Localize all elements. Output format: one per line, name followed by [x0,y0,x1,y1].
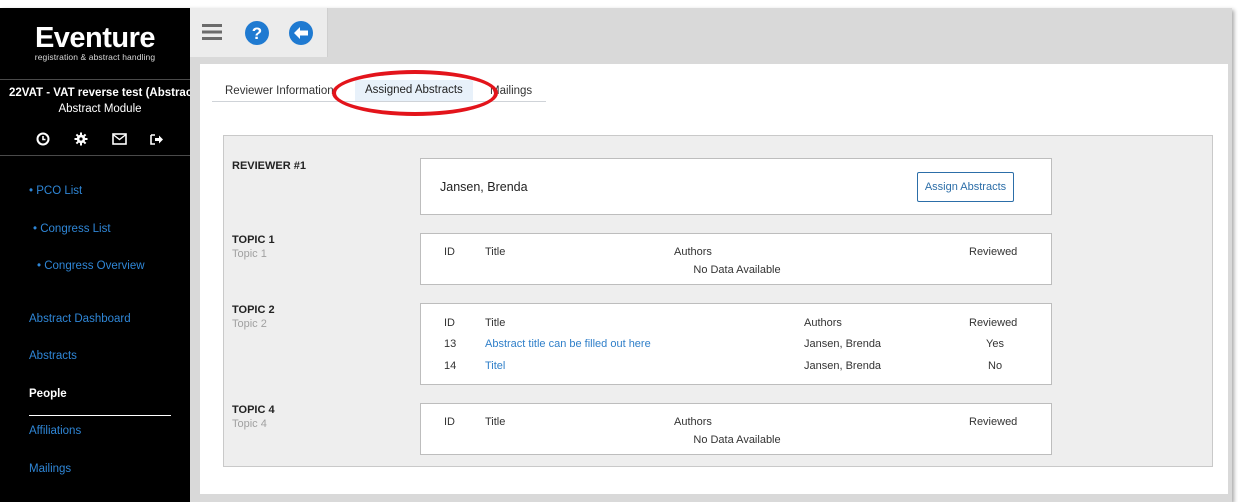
sidebar-item-abstracts[interactable]: Abstracts [29,350,77,362]
topic-heading: TOPIC 2 [232,304,275,316]
sidebar-item-mailings[interactable]: Mailings [29,463,71,475]
module-name: Abstract Module [58,103,142,115]
abstract-title-link[interactable]: Titel [485,360,505,372]
active-item-underline [29,415,171,416]
sidebar-item-people[interactable]: People [29,388,67,400]
divider [0,79,190,80]
column-header-reviewed: Reviewed [969,416,1018,428]
sidebar-item-affiliations[interactable]: Affiliations [29,425,81,437]
sidebar-item-congress-list[interactable]: • Congress List [33,223,111,235]
column-header-authors: Authors [674,246,712,258]
toolbar: ? [190,8,328,57]
svg-text:?: ? [252,24,262,43]
topic-heading: TOPIC 1 [232,234,275,246]
reviewer-box: Jansen, Brenda Assign Abstracts [420,158,1052,215]
no-data-message: No Data Available [693,264,781,276]
logout-icon[interactable] [148,130,166,148]
column-header-authors: Authors [674,416,712,428]
help-icon[interactable]: ? [244,20,270,46]
sidebar-item-abstract-dashboard[interactable]: Abstract Dashboard [29,313,131,325]
hamburger-menu-icon[interactable] [200,20,226,46]
abstract-authors: Jansen, Brenda [804,360,882,372]
sidebar-item-congress-overview[interactable]: • Congress Overview [37,260,145,272]
column-header-id: ID [444,416,455,428]
clock-icon[interactable] [34,130,52,148]
topic-subheading: Topic 1 [232,248,267,260]
column-header-authors: Authors [804,317,842,329]
reviewer-name: Jansen, Brenda [440,180,528,194]
tab-reviewer-information[interactable]: Reviewer Information [225,80,334,101]
topic-heading: TOPIC 4 [232,404,275,416]
assign-abstracts-button[interactable]: Assign Abstracts [917,172,1014,202]
abstract-title-link[interactable]: Abstract title can be filled out here [485,338,651,350]
abstract-authors: Jansen, Brenda [804,338,882,350]
topic-subheading: Topic 4 [232,418,267,430]
divider [0,155,190,156]
logo-tagline: registration & abstract handling [34,52,156,62]
logo: Eventure registration & abstract handlin… [0,22,190,63]
abstract-id: 13 [444,338,457,350]
congress-name: 22VAT - VAT reverse test (Abstract... [9,87,190,99]
back-arrow-icon[interactable] [288,20,314,46]
envelope-icon[interactable] [110,130,128,148]
topic-2-table: ID Title Authors Reviewed 13 Abstract ti… [420,303,1052,385]
reviewer-heading: REVIEWER #1 [232,160,306,172]
column-header-title: Title [485,317,506,329]
topic-1-table: ID Title Authors Reviewed No Data Availa… [420,233,1052,285]
logo-text: Eventure [34,22,156,54]
topic-subheading: Topic 2 [232,318,267,330]
main-panel: Reviewer Information Assigned Abstracts … [200,64,1228,494]
no-data-message: No Data Available [693,434,781,446]
abstract-reviewed: No [988,360,1003,372]
column-header-reviewed: Reviewed [969,317,1018,329]
column-header-title: Title [485,416,506,428]
column-header-id: ID [444,246,455,258]
column-header-title: Title [485,246,506,258]
abstract-reviewed: Yes [986,338,1004,350]
annotation-ellipse [332,70,498,116]
sidebar-item-pco-list[interactable]: • PCO List [29,185,82,197]
reviewer-content: REVIEWER #1 Jansen, Brenda Assign Abstra… [223,135,1213,467]
sidebar-icon-bar [0,130,190,152]
sidebar: Eventure registration & abstract handlin… [0,8,190,502]
column-header-id: ID [444,317,455,329]
topic-4-table: ID Title Authors Reviewed No Data Availa… [420,403,1052,455]
column-header-reviewed: Reviewed [969,246,1018,258]
gear-icon[interactable] [72,130,90,148]
abstract-id: 14 [444,360,457,372]
